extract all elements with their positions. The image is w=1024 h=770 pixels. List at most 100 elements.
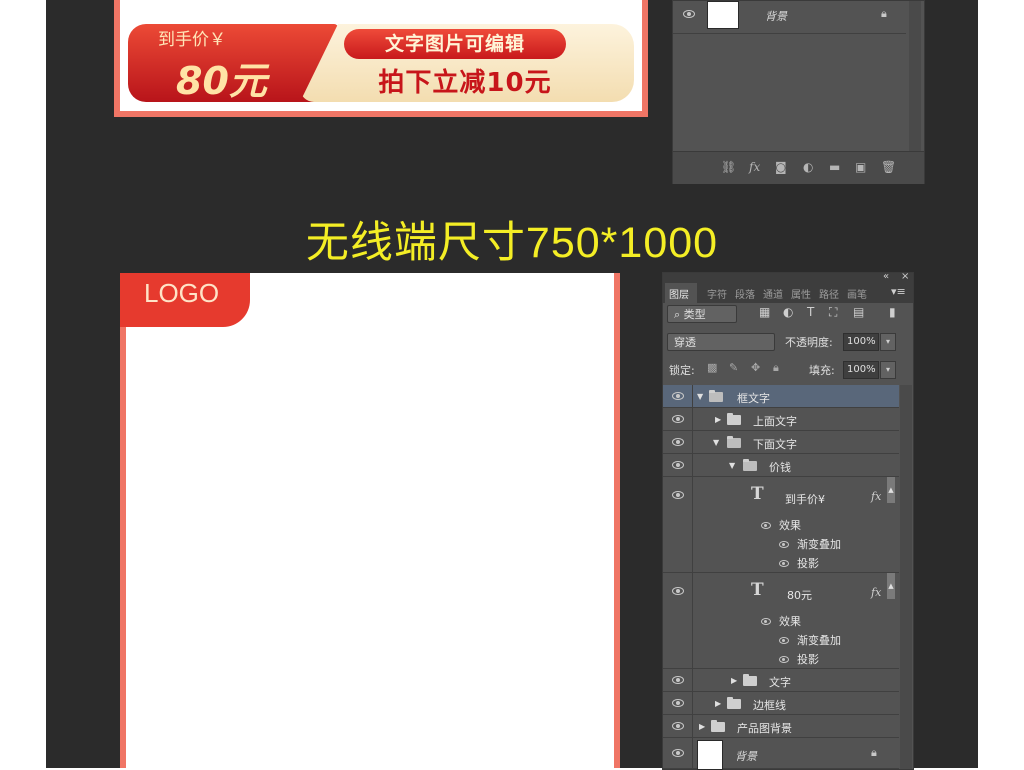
visibility-eye-icon[interactable] (672, 722, 684, 730)
new-layer-icon[interactable]: ▣ (855, 160, 866, 174)
expand-triangle-icon[interactable]: ▼ (697, 392, 703, 401)
tab-channels[interactable]: 通道 (763, 286, 783, 301)
layer-name: 下面文字 (753, 438, 797, 451)
lock-label: 锁定: (669, 364, 695, 377)
layer-row-upper-text[interactable]: ▶ 上面文字 (663, 408, 899, 431)
layer-row-price-group[interactable]: ▼ 价钱 (663, 454, 899, 477)
folder-icon (743, 459, 757, 471)
tab-paths[interactable]: 路径 (819, 286, 839, 301)
expand-triangle-icon[interactable]: ▶ (699, 722, 705, 731)
expand-triangle-icon[interactable]: ▼ (729, 461, 735, 470)
eye-column (663, 715, 693, 737)
layer-row-product-background[interactable]: ▶ 产品图背景 (663, 715, 899, 738)
layer-row-text-price-label[interactable]: T 到手价¥ fx ▲ 效果 渐变叠加 投影 (663, 477, 899, 573)
tab-paragraph[interactable]: 段落 (735, 286, 755, 301)
effect-eye-icon[interactable] (761, 522, 771, 529)
fx-icon[interactable]: fx (871, 490, 881, 503)
collapse-icon[interactable]: « (883, 271, 889, 282)
visibility-eye-icon[interactable] (672, 461, 684, 469)
visibility-eye-icon[interactable] (672, 587, 684, 595)
layer-name: 背景 (735, 750, 757, 763)
effect-eye-icon[interactable] (779, 541, 789, 548)
visibility-eye-icon[interactable] (672, 415, 684, 423)
layer-name: 背景 (765, 10, 787, 23)
trash-icon[interactable]: 🗑︎ (881, 160, 896, 174)
expand-triangle-icon[interactable]: ▶ (715, 415, 721, 424)
text-layer-icon: T (751, 580, 764, 600)
shape-filter-icon[interactable]: ⛶ (829, 305, 837, 320)
logo-text: LOGO (144, 278, 220, 308)
panel-menu-icon[interactable]: ▾≡ (891, 285, 906, 298)
lock-all-icon[interactable]: 🔒︎ (773, 361, 779, 375)
layer-row-background[interactable]: 背景 🔒︎ (663, 738, 899, 770)
panel-title-strip: « × (663, 271, 913, 283)
fx-expand-icon[interactable]: ▲ (887, 573, 895, 599)
folder-icon[interactable]: ▬ (829, 160, 840, 174)
eye-column (663, 408, 693, 430)
folder-icon (711, 720, 725, 732)
expand-triangle-icon[interactable]: ▼ (713, 438, 719, 447)
effect-drop-shadow[interactable]: 投影 (797, 555, 819, 571)
effect-gradient-overlay[interactable]: 渐变叠加 (797, 632, 841, 648)
price-label: 到手价￥ (158, 30, 226, 50)
opacity-field[interactable]: 100% (843, 333, 879, 351)
size-title: 无线端尺寸750*1000 (305, 219, 719, 267)
filter-toggle[interactable]: ▮ (889, 305, 896, 319)
price-value: 80元 (176, 59, 267, 103)
discount-text: 拍下立减10元 (378, 68, 552, 98)
layer-row-text-price-value[interactable]: T 80元 fx ▲ 效果 渐变叠加 投影 (663, 573, 899, 669)
blend-mode-select[interactable]: 穿透 (667, 333, 775, 351)
visibility-eye-icon[interactable] (672, 699, 684, 707)
visibility-eye-icon[interactable] (683, 10, 695, 18)
effect-eye-icon[interactable] (779, 656, 789, 663)
smart-object-filter-icon[interactable]: ▤ (853, 305, 864, 319)
lock-position-icon[interactable]: ✥ (751, 361, 760, 374)
expand-triangle-icon[interactable]: ▶ (715, 699, 721, 708)
tab-character[interactable]: 字符 (707, 286, 727, 301)
layer-name: 边框线 (753, 699, 786, 712)
folder-icon (727, 413, 741, 425)
fill-dropdown-icon[interactable]: ▾ (880, 361, 896, 379)
effect-drop-shadow[interactable]: 投影 (797, 651, 819, 667)
layer-row-border-line[interactable]: ▶ 边框线 (663, 692, 899, 715)
close-icon[interactable]: × (901, 271, 909, 282)
folder-icon (727, 436, 741, 448)
effect-eye-icon[interactable] (761, 618, 771, 625)
visibility-eye-icon[interactable] (672, 749, 684, 757)
lock-paint-icon[interactable]: ✎ (729, 361, 738, 374)
fx-expand-icon[interactable]: ▲ (887, 477, 895, 503)
fx-icon[interactable]: fx (749, 160, 760, 174)
effect-gradient-overlay[interactable]: 渐变叠加 (797, 536, 841, 552)
adjustment-icon[interactable]: ◐ (803, 160, 813, 174)
visibility-eye-icon[interactable] (672, 392, 684, 400)
layer-row-background[interactable]: 背景 🔒︎ (673, 1, 906, 34)
lock-transparency-icon[interactable]: ▩ (707, 361, 717, 374)
image-filter-icon[interactable]: ▦ (759, 305, 770, 319)
layer-row-text-group[interactable]: ▶ 文字 (663, 669, 899, 692)
expand-triangle-icon[interactable]: ▶ (731, 676, 737, 685)
mask-icon[interactable]: ◙ (775, 160, 787, 174)
scrollbar[interactable] (909, 1, 921, 151)
adjustment-filter-icon[interactable]: ◐ (783, 305, 793, 319)
tab-properties[interactable]: 属性 (791, 286, 811, 301)
fx-icon[interactable]: fx (871, 586, 881, 599)
scrollbar[interactable] (900, 385, 912, 769)
layer-row-frame-text[interactable]: ▼ 框文字 (663, 385, 899, 408)
effect-eye-icon[interactable] (779, 560, 789, 567)
link-icon[interactable]: ⛓ (721, 160, 736, 174)
layer-row-lower-text[interactable]: ▼ 下面文字 (663, 431, 899, 454)
tab-layers[interactable]: 图层 (669, 286, 689, 301)
filter-select[interactable]: ⌕ 类型 (667, 305, 737, 323)
eye-column (663, 669, 693, 691)
visibility-eye-icon[interactable] (672, 491, 684, 499)
layer-thumbnail (707, 1, 739, 29)
visibility-eye-icon[interactable] (672, 438, 684, 446)
fill-field[interactable]: 100% (843, 361, 879, 379)
type-filter-icon[interactable]: T (807, 305, 814, 319)
tab-brushes[interactable]: 画笔 (847, 286, 867, 301)
effect-eye-icon[interactable] (779, 637, 789, 644)
opacity-dropdown-icon[interactable]: ▾ (880, 333, 896, 351)
search-icon: ⌕ (674, 308, 684, 321)
eye-column (663, 738, 693, 768)
visibility-eye-icon[interactable] (672, 676, 684, 684)
